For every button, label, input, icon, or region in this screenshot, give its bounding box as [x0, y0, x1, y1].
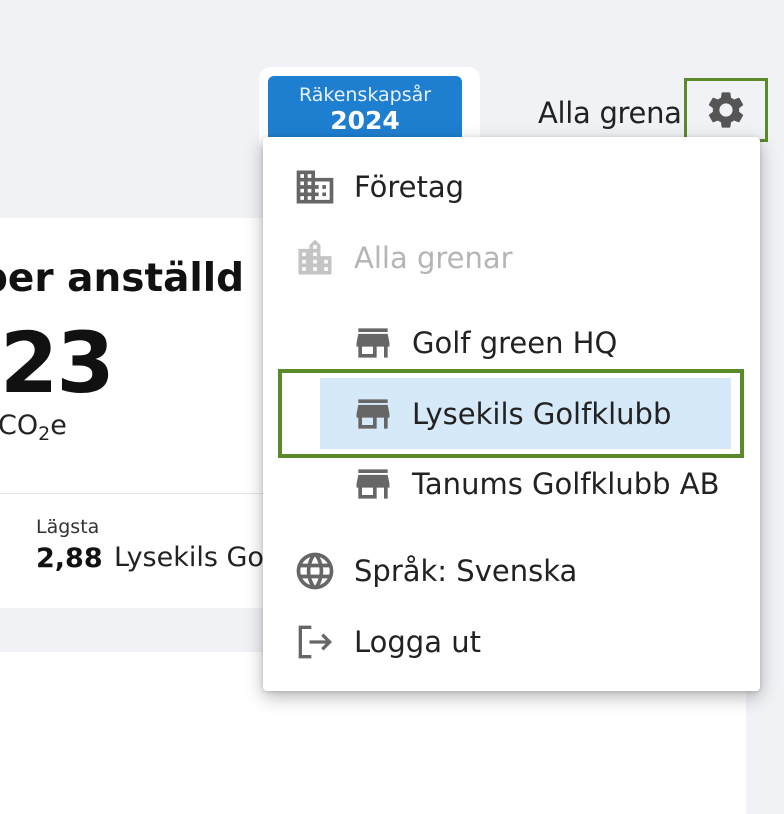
menu-item-branch-label: Tanums Golfklubb AB	[412, 467, 720, 501]
store-icon	[351, 392, 395, 436]
card-title: per anställd	[0, 256, 245, 301]
store-icon	[351, 321, 395, 365]
branch-selector-text[interactable]: Alla grenar	[538, 96, 694, 130]
gear-icon	[708, 92, 744, 128]
logout-icon	[293, 620, 337, 664]
globe-icon	[293, 549, 337, 593]
city-icon	[293, 236, 337, 280]
menu-item-language[interactable]: Språk: Svenska	[293, 549, 577, 593]
menu-item-company-label: Företag	[354, 170, 465, 204]
menu-item-logout[interactable]: Logga ut	[293, 620, 481, 664]
unit-prefix: CO	[0, 410, 39, 441]
menu-item-logout-label: Logga ut	[354, 625, 481, 659]
menu-item-branch-lysekils-golfklubb[interactable]: Lysekils Golfklubb	[351, 392, 671, 436]
emissions-card: per anställd ,23 CO2e Lägsta 2,88 Lyseki…	[0, 218, 300, 608]
menu-item-branch-golf-green-hq[interactable]: Golf green HQ	[351, 321, 617, 365]
menu-item-all-branches: Alla grenar	[293, 236, 513, 280]
lowest-name: Lysekils Gol	[114, 542, 272, 573]
menu-item-branch-label: Golf green HQ	[412, 326, 618, 360]
settings-gear-button[interactable]	[684, 78, 768, 142]
lowest-value: 2,88	[36, 543, 103, 574]
menu-item-language-label: Språk: Svenska	[354, 554, 578, 588]
card-unit: CO2e	[0, 410, 67, 445]
unit-suffix: e	[50, 410, 67, 441]
fiscal-year-label: Räkenskapsår	[298, 84, 432, 106]
menu-item-branch-tanums-golfklubb[interactable]: Tanums Golfklubb AB	[351, 462, 720, 506]
menu-item-branch-label: Lysekils Golfklubb	[412, 397, 672, 431]
card-value: ,23	[0, 314, 115, 412]
fiscal-year-button[interactable]: Räkenskapsår 2024	[268, 76, 462, 146]
fiscal-year-value: 2024	[330, 106, 400, 135]
building-icon	[293, 165, 337, 209]
store-icon	[351, 462, 395, 506]
unit-subscript: 2	[38, 423, 51, 445]
lowest-label: Lägsta	[36, 516, 100, 538]
menu-item-company[interactable]: Företag	[293, 165, 464, 209]
settings-dropdown-menu: Företag Alla grenar Golf green HQ Lyseki…	[263, 137, 760, 691]
card-divider	[0, 493, 300, 494]
menu-item-all-branches-label: Alla grenar	[354, 241, 513, 275]
